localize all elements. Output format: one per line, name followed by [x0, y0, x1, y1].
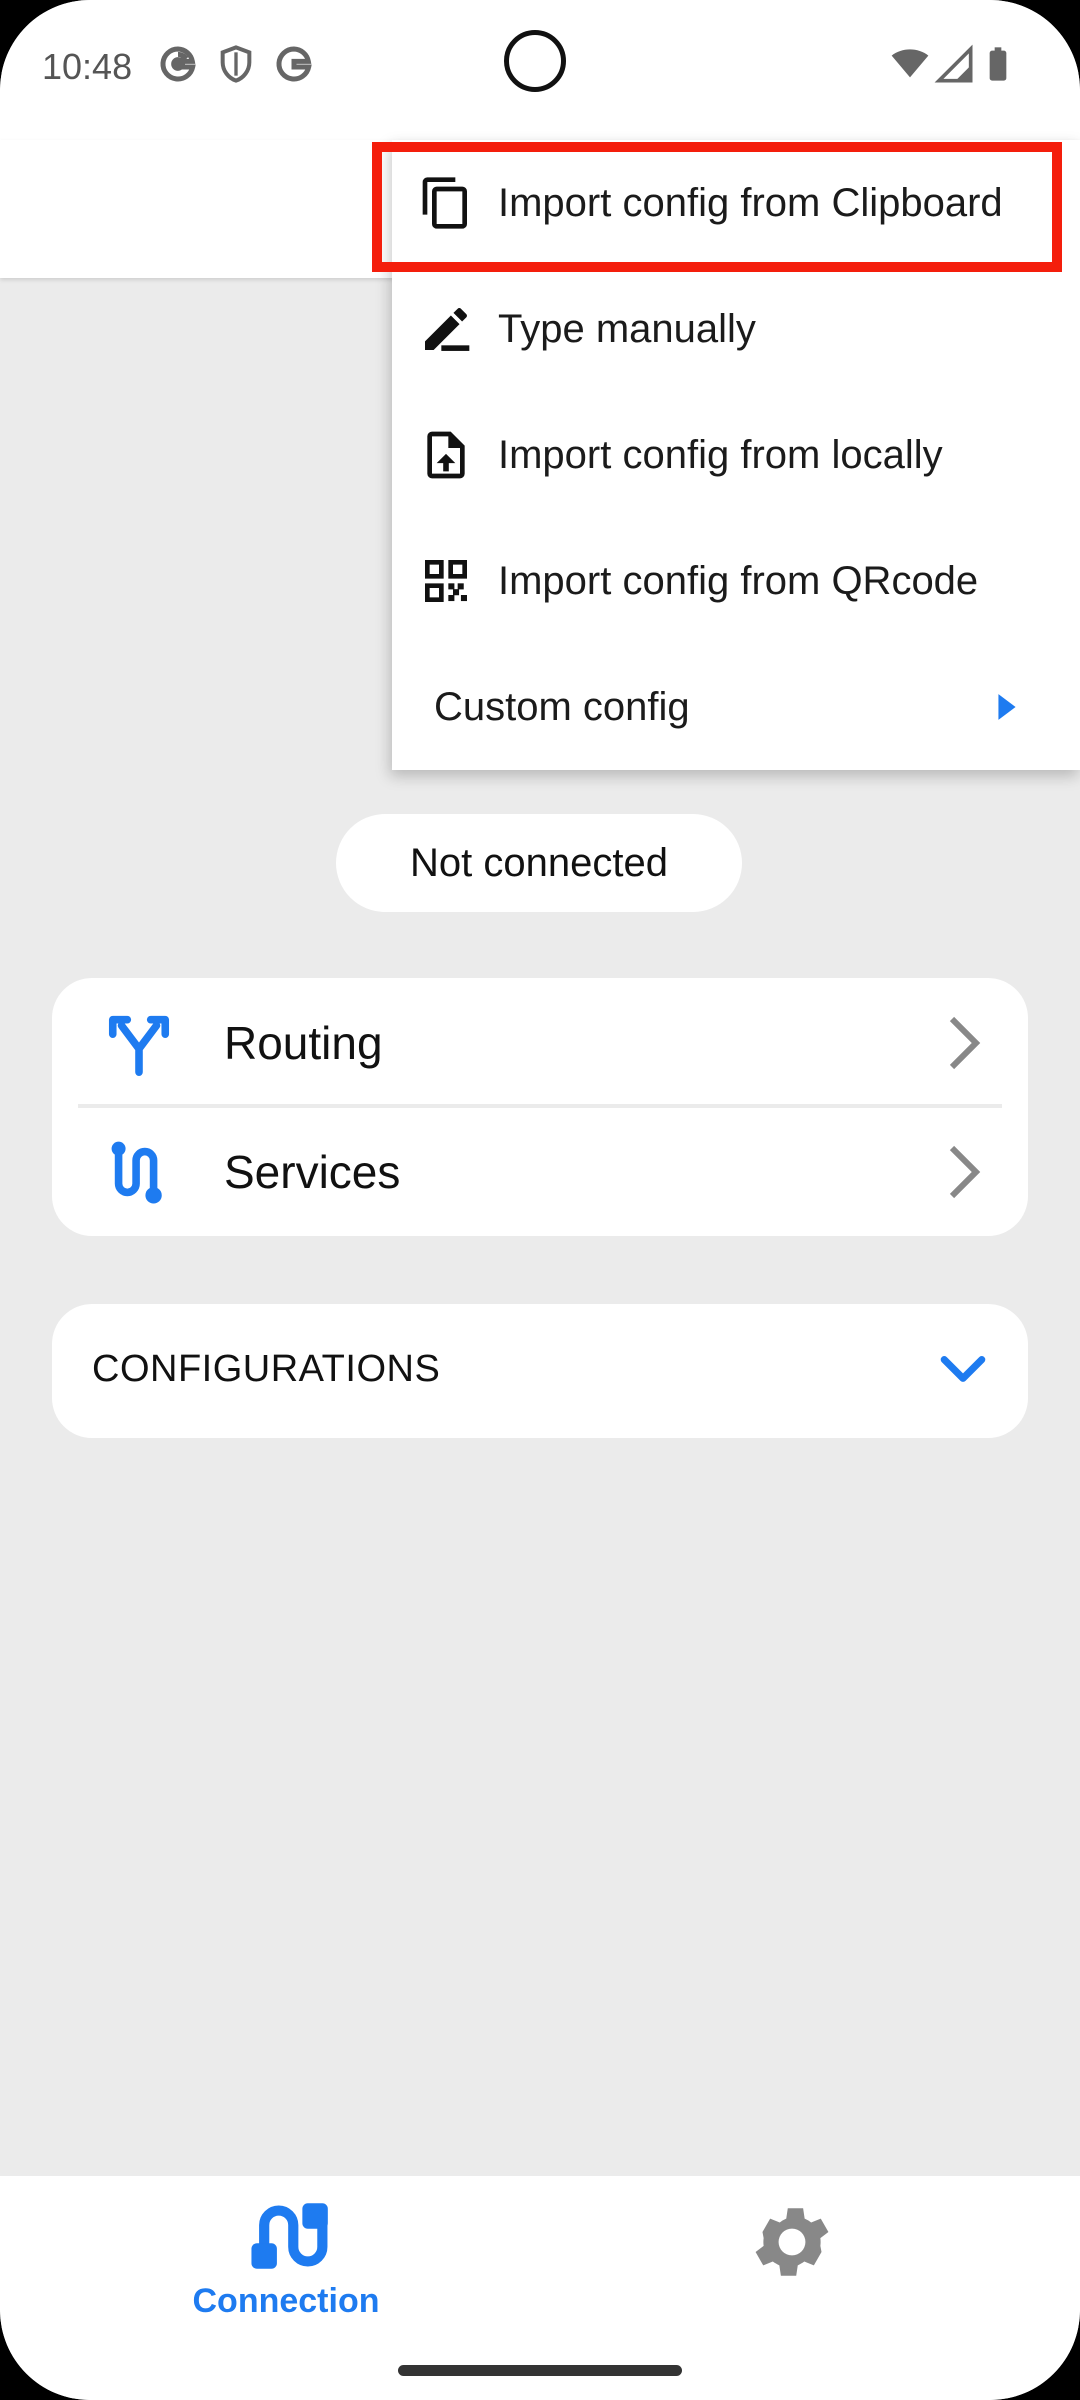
qrcode-icon — [425, 560, 467, 602]
menu-item-import-locally[interactable]: Import config from locally — [392, 392, 1080, 518]
import-menu: Import config from Clipboard Type manual… — [392, 140, 1080, 770]
wifi-icon — [891, 49, 929, 78]
configurations-title: CONFIGURATIONS — [92, 1348, 441, 1390]
routing-label: Routing — [224, 1016, 383, 1069]
services-label: Services — [224, 1145, 401, 1198]
copy-icon — [422, 177, 467, 229]
menu-item-import-qrcode[interactable]: Import config from QRcode — [392, 518, 1080, 644]
navigation-card: Routing Services — [52, 978, 1028, 1236]
tab-connection[interactable]: Connection — [136, 2196, 436, 2336]
shield-icon — [220, 45, 252, 83]
status-bar: 10:48 — [0, 0, 1080, 140]
chevron-right-icon — [949, 1016, 981, 1069]
phone-screen: 10:48 Not connected Routing Services CON… — [0, 0, 1080, 2400]
google-icon — [276, 46, 312, 82]
status-time: 10:48 — [42, 46, 133, 87]
menu-item-custom-config[interactable]: Custom config — [392, 644, 1080, 770]
chevron-down-icon[interactable] — [938, 1348, 988, 1392]
menu-item-import-clipboard[interactable]: Import config from Clipboard — [392, 140, 1080, 266]
routing-icon — [108, 1015, 170, 1076]
configurations-card[interactable]: CONFIGURATIONS — [52, 1304, 1028, 1438]
edit-icon — [425, 308, 470, 351]
routing-row[interactable]: Routing — [52, 978, 1028, 1107]
home-indicator[interactable] — [398, 2365, 682, 2376]
google-icon — [160, 46, 196, 82]
services-row[interactable]: Services — [52, 1107, 1028, 1236]
camera-cutout — [504, 30, 566, 92]
tab-connection-label: Connection — [192, 2282, 380, 2320]
file-upload-icon — [427, 431, 465, 479]
menu-item-label: Import config from locally — [498, 432, 943, 477]
services-icon — [111, 1141, 162, 1203]
gear-icon — [755, 2208, 829, 2276]
menu-item-label: Import config from Clipboard — [498, 180, 1003, 225]
submenu-arrow-icon — [998, 694, 1016, 720]
battery-icon — [989, 47, 1007, 81]
tab-settings[interactable] — [642, 2196, 942, 2336]
menu-item-label: Custom config — [434, 684, 690, 729]
connection-status[interactable]: Not connected — [336, 814, 742, 912]
menu-item-type-manually[interactable]: Type manually — [392, 266, 1080, 392]
menu-item-label: Type manually — [498, 306, 756, 351]
connection-icon — [251, 2203, 328, 2269]
chevron-right-icon — [949, 1145, 981, 1198]
menu-item-label: Import config from QRcode — [498, 558, 979, 603]
signal-icon — [934, 44, 973, 83]
